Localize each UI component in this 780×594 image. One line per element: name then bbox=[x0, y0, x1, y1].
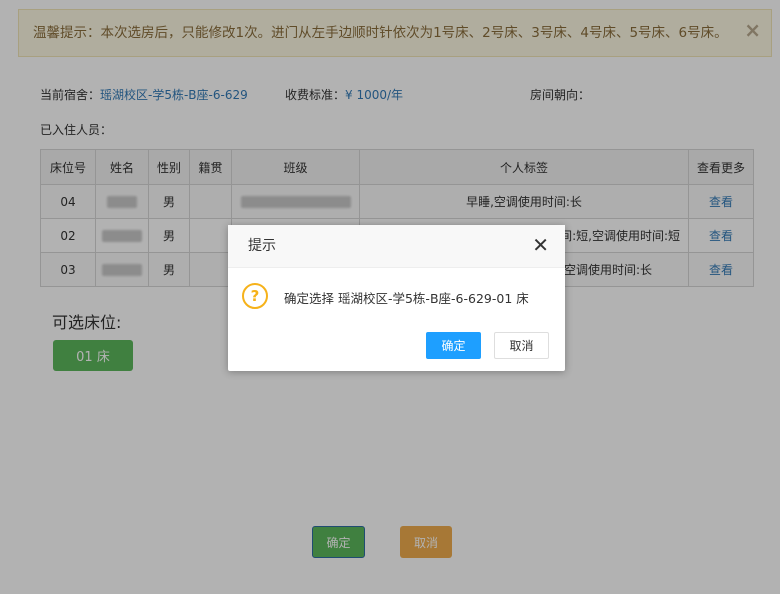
dialog-body: ? 确定选择 瑶湖校区-学5栋-B座-6-629-01 床 bbox=[242, 282, 555, 314]
dialog-ok-button[interactable]: 确定 bbox=[426, 332, 481, 359]
dialog-message: 确定选择 瑶湖校区-学5栋-B座-6-629-01 床 bbox=[284, 291, 529, 306]
confirm-dialog: 提示 ✕ ? 确定选择 瑶湖校区-学5栋-B座-6-629-01 床 确定 取消 bbox=[228, 225, 565, 371]
dialog-title: 提示 bbox=[228, 225, 565, 268]
dialog-cancel-button[interactable]: 取消 bbox=[494, 332, 549, 359]
question-icon: ? bbox=[242, 283, 268, 309]
close-icon[interactable]: ✕ bbox=[532, 235, 549, 255]
